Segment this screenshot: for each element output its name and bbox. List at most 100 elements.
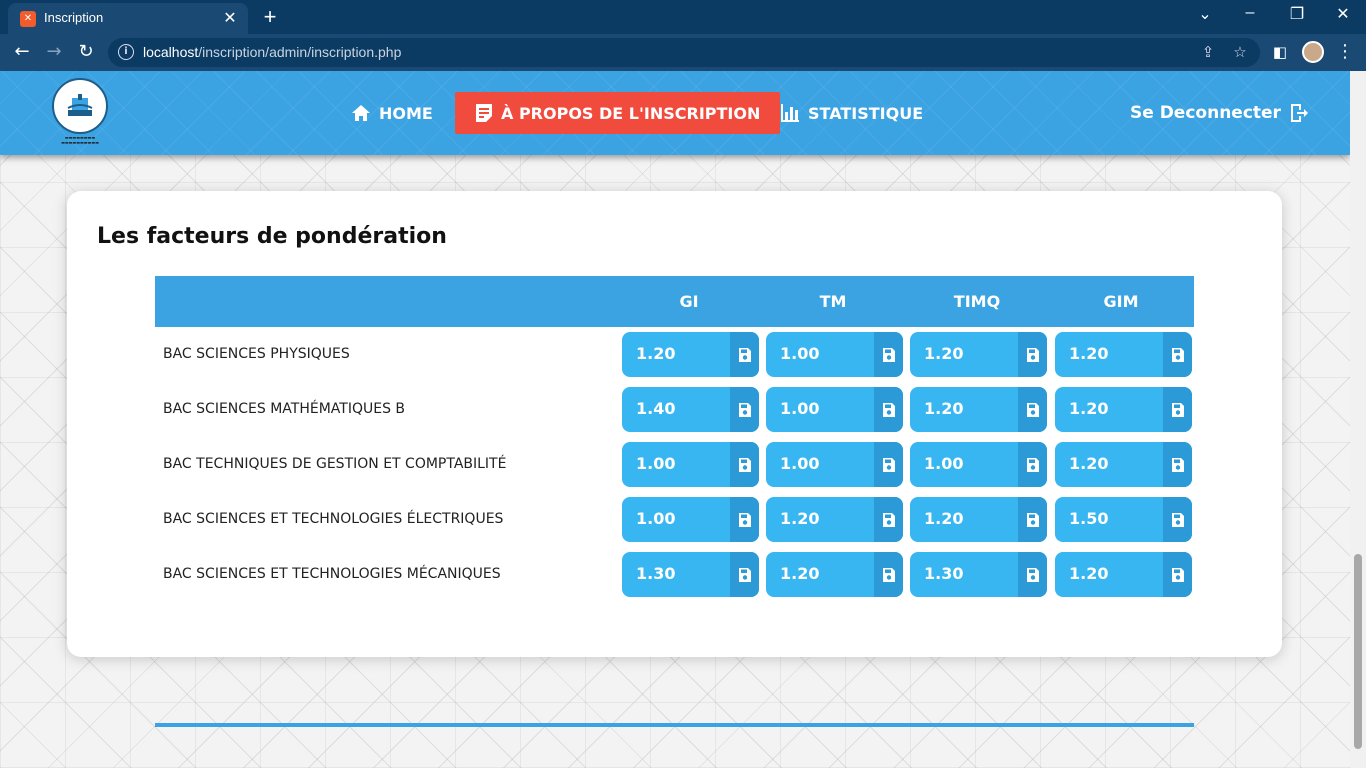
weight-input-timq[interactable]: 1.20 — [910, 387, 1047, 432]
weight-value[interactable]: 1.00 — [780, 344, 819, 363]
weight-value[interactable]: 1.20 — [924, 344, 963, 363]
weight-input-timq[interactable]: 1.20 — [910, 332, 1047, 377]
save-icon[interactable] — [730, 387, 759, 432]
restore-icon[interactable]: ❐ — [1285, 4, 1309, 24]
school-logo-caption: ▬▬▬▬▬▬▬▬ ▬▬▬▬▬▬▬▬▬▬ — [61, 135, 99, 145]
nav-about-inscription[interactable]: À PROPOS DE L'INSCRIPTION — [455, 92, 781, 134]
weight-input-gi[interactable]: 1.30 — [622, 552, 759, 597]
row-label: BAC SCIENCES ET TECHNOLOGIES ÉLECTRIQUES — [163, 511, 504, 527]
column-header-gim: GIM — [1103, 292, 1139, 311]
save-icon[interactable] — [874, 332, 903, 377]
save-icon[interactable] — [730, 497, 759, 542]
weight-value[interactable]: 1.00 — [780, 454, 819, 473]
address-bar[interactable]: i localhost/inscription/admin/inscriptio… — [108, 38, 1260, 67]
weight-value[interactable]: 1.50 — [1069, 509, 1108, 528]
weight-value[interactable]: 1.00 — [636, 509, 675, 528]
save-icon[interactable] — [1163, 552, 1192, 597]
save-icon[interactable] — [730, 332, 759, 377]
weight-input-gim[interactable]: 1.20 — [1055, 332, 1192, 377]
profile-avatar[interactable] — [1302, 41, 1324, 63]
url-host: localhost — [143, 44, 199, 60]
table-footer-line — [155, 723, 1194, 727]
nav-statistique-label: STATISTIQUE — [808, 103, 924, 123]
weight-input-gim[interactable]: 1.20 — [1055, 442, 1192, 487]
minimize-icon[interactable]: – — [1238, 4, 1262, 22]
page-scrollbar[interactable] — [1350, 71, 1366, 768]
nav-logout[interactable]: Se Deconnecter — [1130, 92, 1309, 134]
nav-statistique[interactable]: STATISTIQUE — [780, 92, 923, 134]
save-icon[interactable] — [1018, 497, 1047, 542]
weight-value[interactable]: 1.00 — [636, 454, 675, 473]
save-icon[interactable] — [1018, 387, 1047, 432]
browser-toolbar: ← → ↻ i localhost/inscription/admin/insc… — [0, 34, 1366, 71]
weight-input-tm[interactable]: 1.00 — [766, 332, 903, 377]
weight-value[interactable]: 1.30 — [924, 564, 963, 583]
weight-value[interactable]: 1.20 — [780, 509, 819, 528]
back-icon[interactable]: ← — [10, 40, 34, 64]
weight-input-timq[interactable]: 1.30 — [910, 552, 1047, 597]
bookmark-star-icon[interactable]: ☆ — [1230, 43, 1250, 61]
weight-input-gim[interactable]: 1.20 — [1055, 387, 1192, 432]
close-window-icon[interactable]: ✕ — [1331, 4, 1355, 24]
weight-value[interactable]: 1.20 — [1069, 399, 1108, 418]
nav-home[interactable]: HOME — [351, 92, 433, 134]
save-icon[interactable] — [1018, 442, 1047, 487]
save-icon[interactable] — [730, 552, 759, 597]
weight-input-tm[interactable]: 1.20 — [766, 497, 903, 542]
url-text[interactable]: localhost/inscription/admin/inscription.… — [143, 44, 401, 60]
save-icon[interactable] — [874, 442, 903, 487]
save-icon[interactable] — [730, 442, 759, 487]
browser-tab[interactable]: ✕ Inscription ✕ — [8, 3, 248, 34]
weight-input-gi[interactable]: 1.00 — [622, 442, 759, 487]
nav-logout-label: Se Deconnecter — [1130, 103, 1281, 123]
weight-value[interactable]: 1.30 — [636, 564, 675, 583]
document-icon — [476, 104, 492, 122]
weight-input-gi[interactable]: 1.00 — [622, 497, 759, 542]
tab-close-icon[interactable]: ✕ — [220, 8, 240, 27]
forward-icon[interactable]: → — [42, 40, 66, 64]
side-panel-icon[interactable]: ◧ — [1268, 40, 1292, 64]
menu-kebab-icon[interactable]: ⋮ — [1333, 40, 1357, 64]
school-logo[interactable] — [52, 78, 108, 134]
table-header: GI TM TIMQ GIM — [155, 276, 1194, 327]
save-icon[interactable] — [1163, 332, 1192, 377]
nav-about-label: À PROPOS DE L'INSCRIPTION — [501, 103, 761, 123]
new-tab-icon[interactable]: + — [258, 4, 282, 30]
weight-input-timq[interactable]: 1.20 — [910, 497, 1047, 542]
weight-input-tm[interactable]: 1.00 — [766, 442, 903, 487]
browser-titlebar: ✕ Inscription ✕ + ⌄ – ❐ ✕ — [0, 0, 1366, 34]
weight-input-gi[interactable]: 1.20 — [622, 332, 759, 377]
weight-input-gi[interactable]: 1.40 — [622, 387, 759, 432]
weight-value[interactable]: 1.20 — [1069, 564, 1108, 583]
weight-value[interactable]: 1.20 — [924, 509, 963, 528]
weight-value[interactable]: 1.40 — [636, 399, 675, 418]
weight-value[interactable]: 1.00 — [780, 399, 819, 418]
scrollbar-thumb[interactable] — [1354, 554, 1362, 749]
save-icon[interactable] — [1018, 332, 1047, 377]
row-label: BAC SCIENCES PHYSIQUES — [163, 346, 350, 362]
url-path: /inscription/admin/inscription.php — [198, 44, 402, 60]
save-icon[interactable] — [1018, 552, 1047, 597]
column-header-tm: TM — [819, 292, 847, 311]
save-icon[interactable] — [1163, 387, 1192, 432]
save-icon[interactable] — [874, 387, 903, 432]
weight-value[interactable]: 1.20 — [924, 399, 963, 418]
weight-value[interactable]: 1.20 — [636, 344, 675, 363]
weight-input-timq[interactable]: 1.00 — [910, 442, 1047, 487]
weight-input-gim[interactable]: 1.50 — [1055, 497, 1192, 542]
share-icon[interactable]: ⇪ — [1198, 43, 1218, 61]
save-icon[interactable] — [1163, 442, 1192, 487]
save-icon[interactable] — [1163, 497, 1192, 542]
reload-icon[interactable]: ↻ — [74, 40, 98, 64]
site-info-icon[interactable]: i — [118, 44, 134, 60]
weight-input-gim[interactable]: 1.20 — [1055, 552, 1192, 597]
save-icon[interactable] — [874, 497, 903, 542]
weight-value[interactable]: 1.20 — [1069, 454, 1108, 473]
weight-value[interactable]: 1.20 — [1069, 344, 1108, 363]
weight-value[interactable]: 1.20 — [780, 564, 819, 583]
tab-search-icon[interactable]: ⌄ — [1193, 4, 1217, 24]
weight-value[interactable]: 1.00 — [924, 454, 963, 473]
weight-input-tm[interactable]: 1.00 — [766, 387, 903, 432]
save-icon[interactable] — [874, 552, 903, 597]
weight-input-tm[interactable]: 1.20 — [766, 552, 903, 597]
